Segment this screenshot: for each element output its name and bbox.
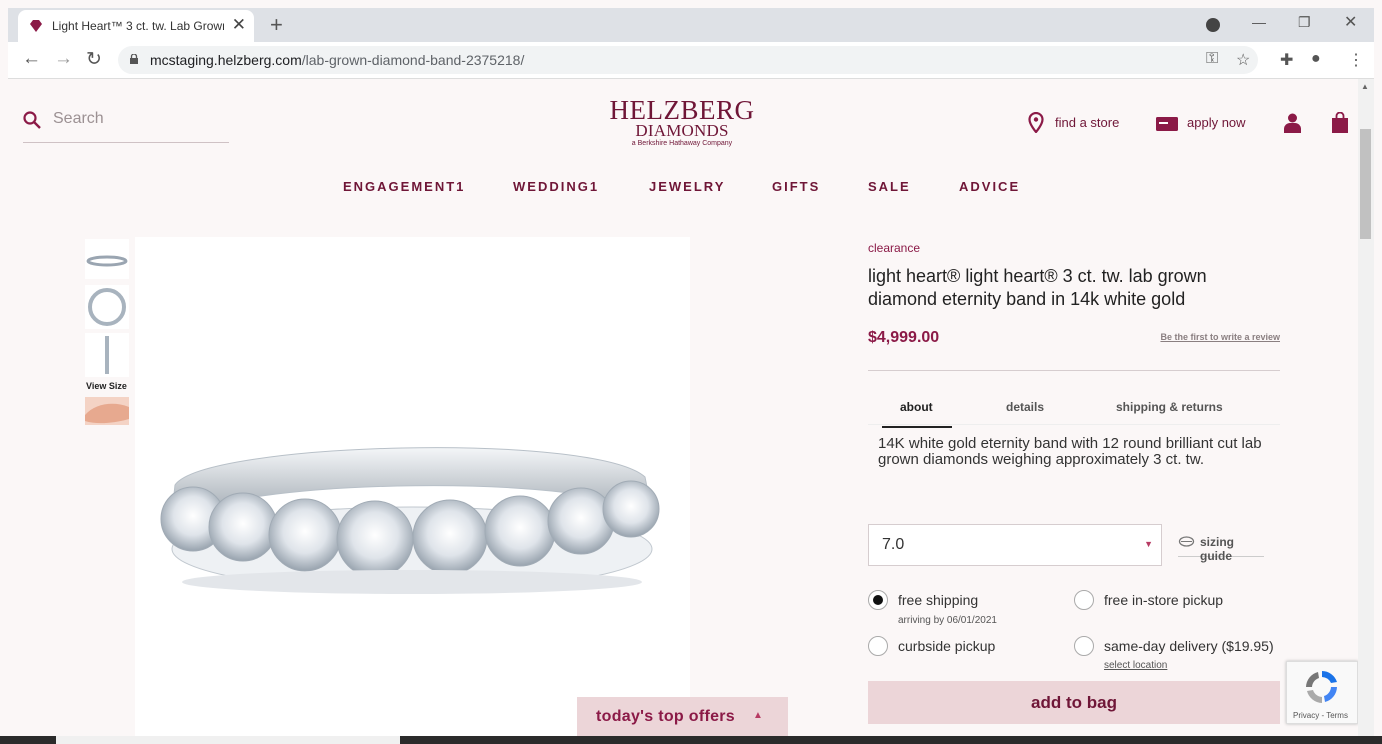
select-location-link[interactable]: select location	[1104, 660, 1167, 671]
account-icon[interactable]	[1284, 113, 1301, 133]
same-day-delivery-radio[interactable]	[1074, 636, 1094, 656]
nav-gifts[interactable]: GIFTS	[772, 179, 820, 194]
ring-side-thumbnail-icon	[86, 255, 128, 267]
view-size-label: View Size	[86, 381, 127, 391]
browser-toolbar: ← → ↻ mcstaging.helzberg.com/lab-grown-d…	[8, 42, 1374, 79]
find-a-store-link[interactable]: find a store	[1055, 115, 1119, 130]
nav-sale[interactable]: SALE	[868, 179, 911, 194]
menu-icon[interactable]: ⋮	[1348, 50, 1364, 70]
about-description: 14K white gold eternity band with 12 rou…	[878, 435, 1262, 468]
add-to-bag-button[interactable]: add to bag	[868, 681, 1280, 724]
tab-title: Light Heart™ 3 ct. tw. Lab Grown	[52, 19, 224, 33]
helzberg-logo[interactable]: HELZBERG DIAMONDS a Berkshire Hathaway C…	[606, 97, 758, 149]
address-bar[interactable]: mcstaging.helzberg.com/lab-grown-diamond…	[118, 46, 1258, 74]
scroll-up-icon[interactable]: ▲	[1361, 82, 1369, 91]
chrome-profile-icon[interactable]	[1206, 18, 1220, 32]
active-tab-indicator	[882, 426, 952, 428]
forward-icon[interactable]: →	[54, 48, 73, 70]
shopping-bag-icon[interactable]	[1332, 112, 1348, 133]
clearance-badge: clearance	[868, 241, 921, 255]
tab-details[interactable]: details	[1006, 400, 1044, 414]
arrival-date: arriving by 06/01/2021	[898, 615, 997, 626]
recaptcha-icon	[1306, 671, 1337, 703]
product-tabs: about details shipping & returns	[868, 400, 1280, 425]
thumbnail-hand-view[interactable]	[85, 397, 129, 425]
diamond-favicon-icon	[30, 20, 42, 32]
hand-thumbnail-icon	[85, 403, 129, 424]
tab-about[interactable]: about	[900, 400, 933, 414]
chevron-up-icon: ▲	[753, 710, 763, 721]
back-icon[interactable]: ←	[22, 48, 41, 70]
minimize-icon[interactable]: —	[1252, 14, 1266, 30]
browser-tab[interactable]: Light Heart™ 3 ct. tw. Lab Grown ✕	[18, 10, 254, 42]
lock-icon	[130, 54, 138, 64]
tab-shipping-returns[interactable]: shipping & returns	[1116, 400, 1223, 414]
ring-top-thumbnail-icon	[88, 288, 126, 326]
close-tab-icon[interactable]: ✕	[232, 15, 246, 35]
top-offers-tab[interactable]: today's top offers ▲	[577, 697, 788, 736]
main-product-image[interactable]	[135, 237, 690, 736]
product-price: $4,999.00	[868, 329, 940, 346]
nav-engagement[interactable]: ENGAGEMENT1	[343, 179, 465, 194]
free-shipping-radio[interactable]	[868, 590, 888, 610]
ring-edge-thumbnail-icon	[105, 336, 109, 374]
product-title: light heart® light heart® 3 ct. tw. lab …	[868, 266, 1207, 309]
os-taskbar	[0, 736, 1382, 744]
restore-icon[interactable]: ❐	[1298, 14, 1311, 31]
curbside-pickup-radio[interactable]	[868, 636, 888, 656]
write-review-link[interactable]: Be the first to write a review	[1160, 332, 1280, 342]
scrollbar-thumb[interactable]	[1360, 129, 1371, 239]
apply-now-link[interactable]: apply now	[1187, 115, 1246, 130]
reload-icon[interactable]: ↻	[86, 48, 102, 71]
new-tab-button[interactable]: +	[270, 12, 283, 38]
curbside-pickup-label: curbside pickup	[898, 638, 996, 654]
ring-size-icon	[1178, 536, 1195, 547]
star-icon[interactable]: ☆	[1236, 50, 1250, 70]
key-icon[interactable]: ⚿	[1206, 50, 1218, 68]
nav-jewelry[interactable]: JEWELRY	[649, 179, 725, 194]
browser-tab-bar: Light Heart™ 3 ct. tw. Lab Grown ✕ + — ❐…	[8, 8, 1374, 42]
location-pin-icon[interactable]	[1028, 112, 1044, 133]
sizing-guide-link[interactable]: sizing guide	[1178, 534, 1264, 563]
ring-size-value: 7.0	[882, 536, 905, 553]
search-icon[interactable]	[23, 111, 41, 129]
page: HELZBERG DIAMONDS a Berkshire Hathaway C…	[8, 79, 1358, 736]
taskbar-search[interactable]	[56, 736, 400, 744]
nav-advice[interactable]: ADVICE	[959, 179, 1020, 194]
ring-size-select[interactable]: 7.0 ▼	[868, 524, 1162, 566]
thumbnail-top-view[interactable]	[85, 285, 129, 329]
url-text: mcstaging.helzberg.com/lab-grown-diamond…	[150, 52, 525, 68]
window-close-icon[interactable]: ✕	[1344, 12, 1357, 32]
extensions-icon[interactable]: ✚	[1280, 50, 1293, 70]
divider	[868, 370, 1280, 371]
search-input[interactable]	[51, 109, 225, 129]
chevron-down-icon: ▼	[1144, 539, 1153, 549]
nav-wedding[interactable]: WEDDING1	[513, 179, 599, 194]
main-navigation: ENGAGEMENT1 WEDDING1 JEWELRY GIFTS SALE …	[8, 179, 1358, 199]
profile-avatar-icon[interactable]: ●	[1311, 50, 1321, 68]
eternity-band-image	[160, 447, 660, 594]
thumbnail-side-view[interactable]	[85, 239, 129, 279]
page-scrollbar[interactable]: ▲	[1358, 79, 1374, 736]
same-day-delivery-label: same-day delivery ($19.95)	[1104, 638, 1274, 654]
search-box[interactable]	[23, 107, 229, 143]
credit-card-icon[interactable]	[1156, 117, 1178, 131]
in-store-pickup-label: free in-store pickup	[1104, 592, 1224, 608]
in-store-pickup-radio[interactable]	[1074, 590, 1094, 610]
recaptcha-badge[interactable]: Privacy - Terms	[1286, 661, 1358, 724]
thumbnail-edge-view[interactable]	[85, 333, 129, 377]
free-shipping-label: free shipping	[898, 592, 979, 608]
